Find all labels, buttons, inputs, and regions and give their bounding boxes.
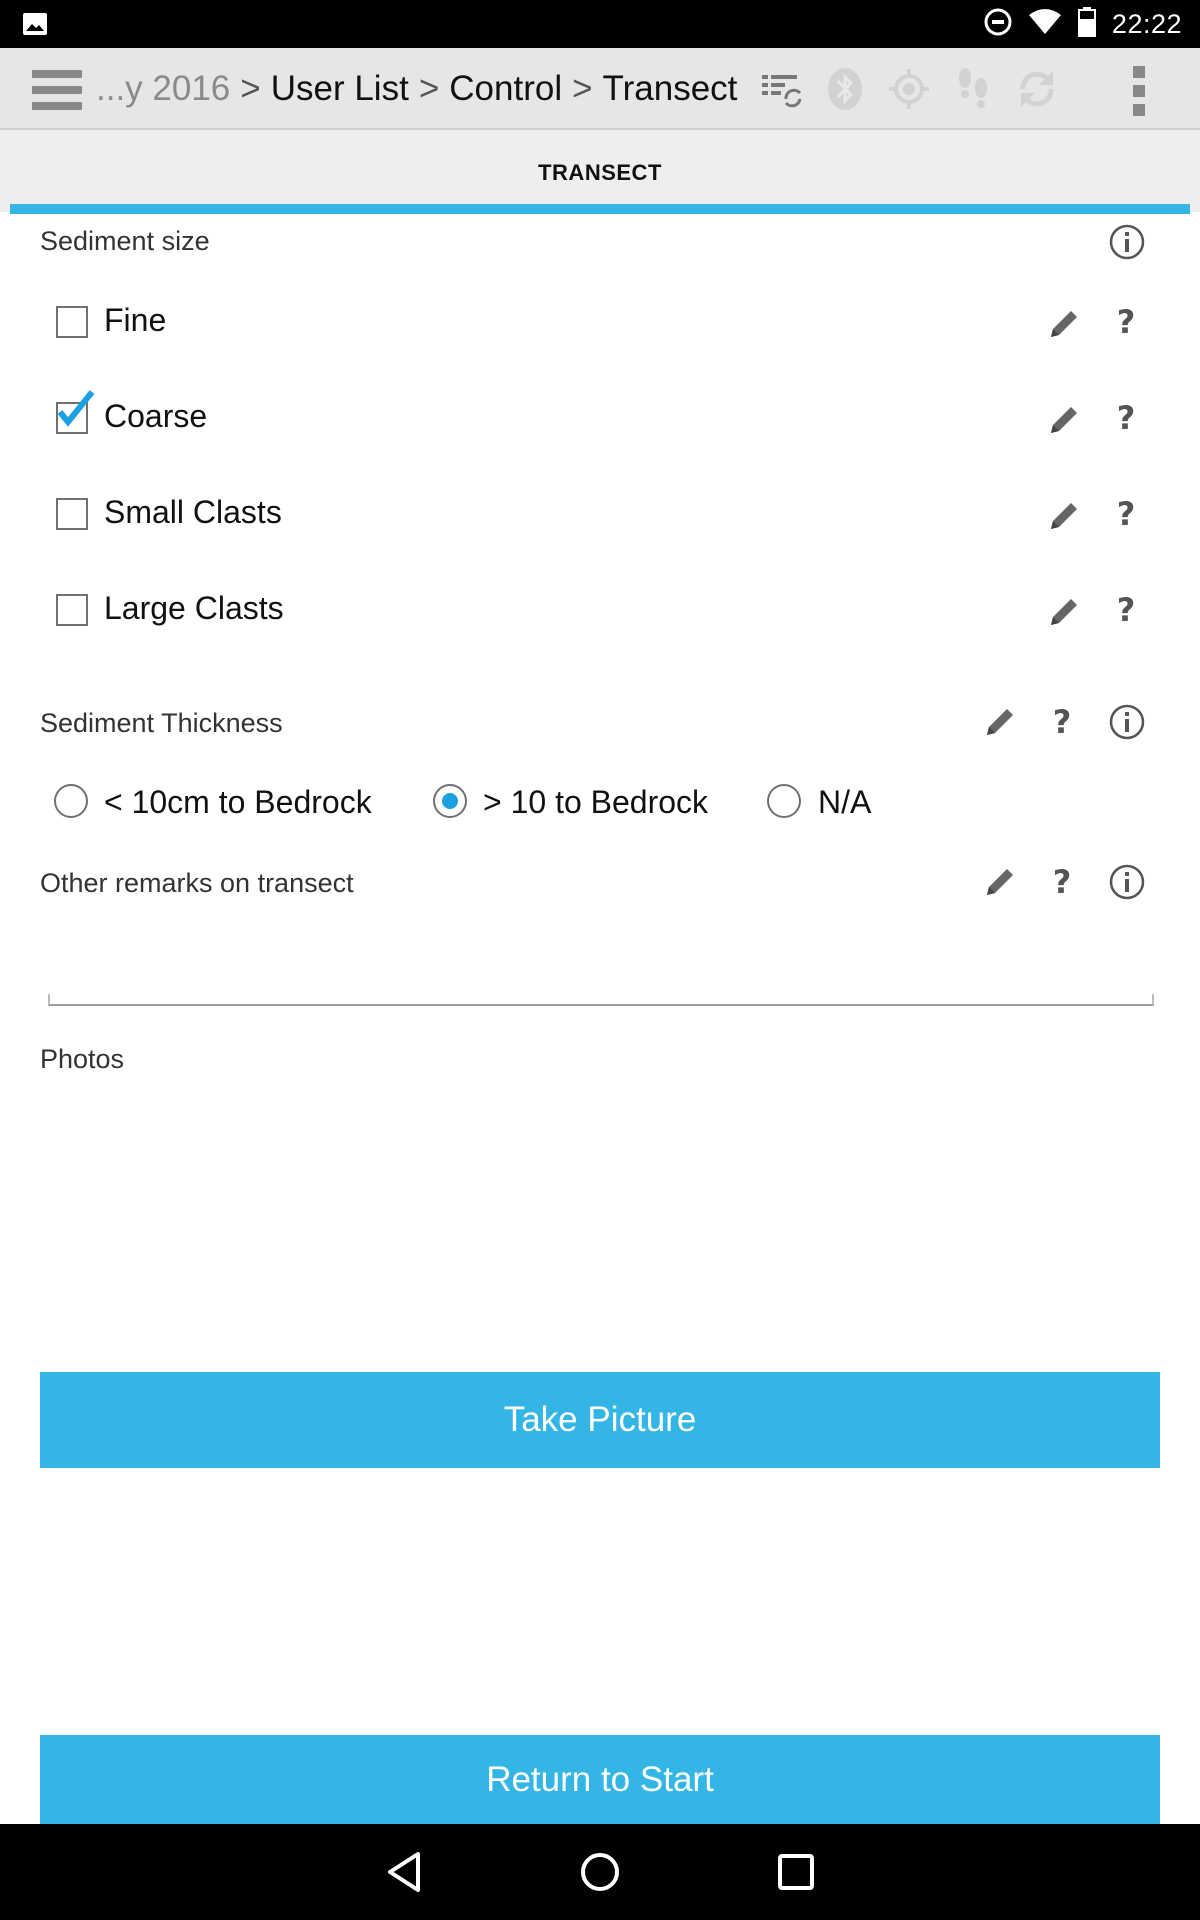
breadcrumb: ...y 2016 > User List > Control > Transe… <box>96 48 737 130</box>
status-clock: 22:22 <box>1111 8 1182 39</box>
return-to-start-button[interactable]: Return to Start <box>40 1735 1160 1824</box>
radio-greater-10[interactable] <box>433 784 467 818</box>
breadcrumb-separator: > <box>240 69 261 108</box>
pencil-icon[interactable] <box>1044 496 1084 536</box>
bluetooth-icon[interactable] <box>822 66 868 112</box>
tab-strip: TRANSECT <box>0 130 1200 212</box>
remarks-text-field[interactable] <box>48 994 1154 1006</box>
sediment-size-option-coarse: Coarse ? <box>10 384 1190 454</box>
help-icon[interactable]: ? <box>1106 398 1146 438</box>
help-icon[interactable]: ? <box>1042 862 1082 902</box>
sediment-thickness-label: Sediment Thickness <box>40 708 283 738</box>
overflow-menu-icon[interactable] <box>1132 66 1146 116</box>
sync-list-icon[interactable] <box>758 66 804 112</box>
info-icon[interactable] <box>1107 862 1147 902</box>
tab-indicator <box>10 204 1190 214</box>
action-bar: ...y 2016 > User List > Control > Transe… <box>0 48 1200 130</box>
checkbox-small-clasts[interactable] <box>56 498 88 530</box>
info-icon[interactable] <box>1107 222 1147 262</box>
pencil-icon[interactable] <box>980 862 1020 902</box>
back-icon[interactable] <box>380 1848 428 1896</box>
image-notification-icon <box>22 12 48 41</box>
breadcrumb-user-list[interactable]: User List <box>271 69 409 109</box>
gps-target-icon[interactable] <box>886 66 932 112</box>
radio-label-less-10cm[interactable]: < 10cm to Bedrock <box>104 784 372 821</box>
do-not-disturb-icon <box>984 8 1012 41</box>
option-label[interactable]: Fine <box>104 302 166 339</box>
tab-transect[interactable]: TRANSECT <box>0 160 1200 186</box>
option-label[interactable]: Coarse <box>104 398 207 435</box>
checkbox-coarse[interactable] <box>56 390 95 434</box>
help-icon[interactable]: ? <box>1106 494 1146 534</box>
radio-na[interactable] <box>767 784 801 818</box>
breadcrumb-transect: Transect <box>602 69 738 108</box>
sediment-size-option-large-clasts: Large Clasts ? <box>10 576 1190 646</box>
checkbox-fine[interactable] <box>56 306 88 338</box>
radio-label-na[interactable]: N/A <box>818 784 871 821</box>
pencil-icon[interactable] <box>980 702 1020 742</box>
checkbox-large-clasts[interactable] <box>56 594 88 626</box>
breadcrumb-separator: > <box>418 69 440 108</box>
pencil-icon[interactable] <box>1044 400 1084 440</box>
breadcrumb-separator: > <box>572 69 593 108</box>
sediment-size-option-fine: Fine ? <box>10 288 1190 358</box>
take-picture-button[interactable]: Take Picture <box>40 1372 1160 1468</box>
help-icon[interactable]: ? <box>1106 302 1146 342</box>
info-icon[interactable] <box>1107 702 1147 742</box>
option-label[interactable]: Large Clasts <box>104 590 284 627</box>
form-content: Sediment size Fine ? Coarse ? Small Clas… <box>10 214 1190 1824</box>
battery-icon <box>1077 6 1096 42</box>
breadcrumb-control[interactable]: Control <box>449 69 562 109</box>
photos-label: Photos <box>40 1044 125 1074</box>
pencil-icon[interactable] <box>1044 304 1084 344</box>
menu-icon[interactable] <box>32 70 82 110</box>
recents-icon[interactable] <box>772 1848 820 1896</box>
footprints-icon[interactable] <box>950 66 996 112</box>
help-icon[interactable]: ? <box>1106 590 1146 630</box>
radio-less-10cm[interactable] <box>54 784 88 818</box>
breadcrumb-truncated[interactable]: ...y 2016 <box>96 69 230 109</box>
home-icon[interactable] <box>576 1848 624 1896</box>
status-bar: 22:22 <box>0 0 1200 48</box>
sediment-size-option-small-clasts: Small Clasts ? <box>10 480 1190 550</box>
refresh-icon[interactable] <box>1014 66 1060 112</box>
other-remarks-label: Other remarks on transect <box>40 868 354 898</box>
help-icon[interactable]: ? <box>1042 702 1082 742</box>
radio-label-greater-10[interactable]: > 10 to Bedrock <box>483 784 708 821</box>
navigation-bar <box>0 1824 1200 1920</box>
sediment-size-label: Sediment size <box>40 226 210 256</box>
option-label[interactable]: Small Clasts <box>104 494 282 531</box>
wifi-icon <box>1028 8 1062 40</box>
pencil-icon[interactable] <box>1044 592 1084 632</box>
